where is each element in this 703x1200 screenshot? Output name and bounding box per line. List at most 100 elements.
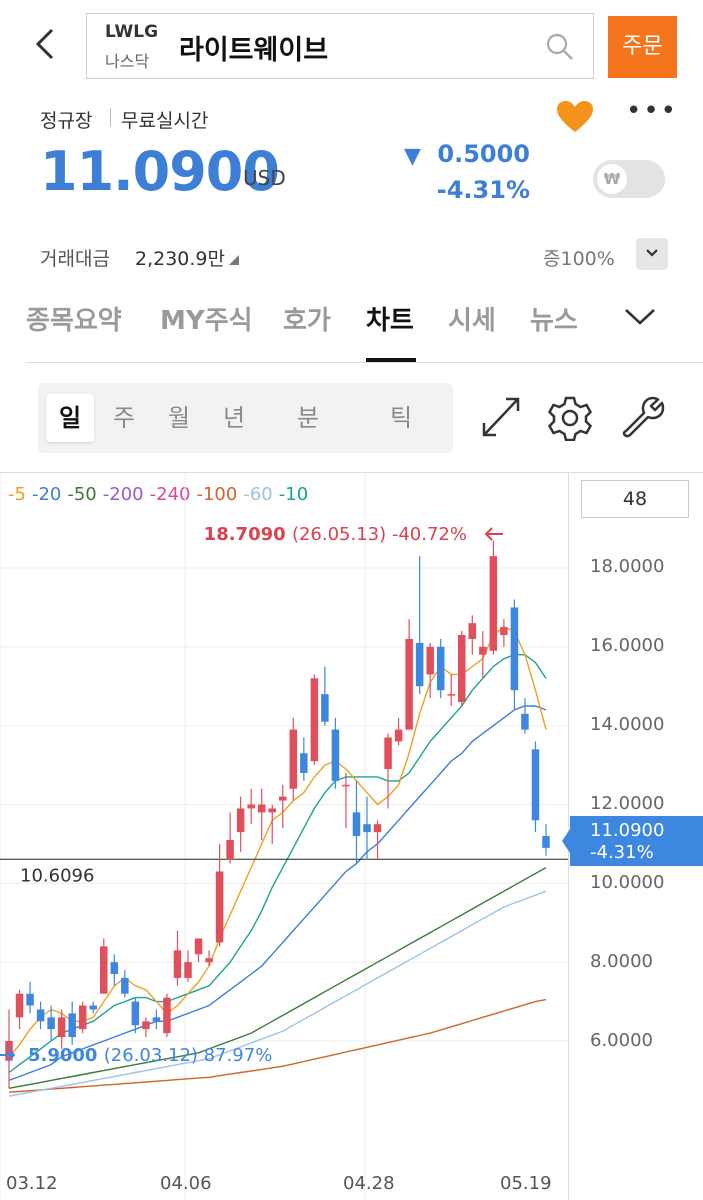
current-price-value: 11.0900 [590, 820, 665, 841]
current-price-pct: -4.31% [590, 842, 654, 863]
candle-body [405, 638, 413, 730]
candle-body [363, 824, 371, 833]
candle-body [426, 646, 434, 675]
candlestick-chart[interactable]: 10.6096 18.7090 (26.05.13) -40.72% 5.9000 … [0, 473, 568, 1200]
y-tick-label: 10.0000 [590, 872, 665, 893]
candle-body [57, 1017, 66, 1038]
tab-news[interactable]: 뉴스 [530, 300, 578, 337]
candle-body [236, 808, 245, 833]
candle-body [163, 997, 171, 1034]
candle-body [468, 623, 477, 639]
realtime-label: 무료실시간 [121, 110, 209, 132]
tab-chart[interactable]: 차트 [366, 300, 414, 337]
reference-line-label: 10.6096 [20, 865, 94, 886]
ticker-symbol: LWLG [105, 22, 159, 42]
order-button[interactable]: 주문 [608, 16, 677, 78]
candle-body [205, 958, 213, 963]
candle-body [510, 607, 519, 691]
candle-body [489, 556, 498, 651]
candle-body [226, 839, 234, 860]
candle-body [479, 646, 487, 655]
candle-body [321, 694, 329, 722]
candle-body [531, 749, 540, 821]
more-options-icon[interactable]: ••• [626, 96, 678, 126]
session-label: 정규장 [40, 110, 93, 132]
candle-body [142, 1021, 150, 1030]
candle-body [300, 753, 308, 773]
candle-body [394, 729, 403, 742]
y-tick-label: 8.0000 [590, 951, 653, 972]
volume-value: 2,230.9만 [135, 244, 240, 271]
tab-my-stock[interactable]: MY주식 [160, 300, 253, 337]
candle-body [352, 812, 361, 837]
candle-body [373, 824, 382, 833]
high-annotation: 18.7090 (26.05.13) -40.72% [204, 524, 467, 545]
market-label: 나스닥 [105, 52, 150, 71]
y-tick-label: 6.0000 [590, 1030, 653, 1051]
candle-body [279, 796, 287, 801]
candle-body [500, 627, 508, 636]
low-annotation: 5.9000 (26.03.12) 87.97% [28, 1045, 272, 1066]
candle-body [542, 836, 550, 848]
candle-body [194, 938, 203, 955]
candle-body [110, 962, 119, 974]
expand-info-button[interactable] [636, 238, 668, 270]
search-icon[interactable] [545, 32, 575, 66]
candle-body [131, 1001, 140, 1026]
period-week[interactable]: 주 [100, 394, 148, 442]
period-day[interactable]: 일 [46, 394, 94, 442]
candle-body [342, 784, 350, 787]
margin-label: 증100% [543, 248, 615, 270]
ma-20-line [8, 705, 547, 1082]
tab-quotes[interactable]: 시세 [448, 300, 496, 337]
y-tick-label: 16.0000 [590, 635, 665, 656]
candle-body [521, 713, 529, 730]
candle-body [447, 694, 455, 696]
candle-body [36, 1009, 45, 1022]
price-change-percent: -4.31% [436, 176, 530, 204]
tabs-more-chevron-icon[interactable] [622, 300, 658, 336]
tab-divider [26, 362, 703, 363]
candle-count-input[interactable]: 48 [581, 480, 689, 518]
period-tick[interactable]: 틱 [377, 394, 425, 442]
x-tick-label: 03.12 [6, 1173, 58, 1194]
wrench-icon[interactable] [620, 395, 666, 445]
candle-body [47, 1017, 55, 1030]
candle-body [257, 804, 266, 813]
currency-toggle[interactable]: ₩ [593, 160, 665, 198]
period-minute[interactable]: 분 [284, 394, 332, 442]
candle-body [68, 1013, 76, 1038]
tab-orderbook[interactable]: 호가 [283, 300, 331, 337]
tab-selected-indicator [366, 358, 416, 362]
candle-body [152, 1017, 161, 1022]
ma-10-line [8, 653, 547, 1074]
candle-body [268, 808, 276, 813]
won-icon: ₩ [597, 164, 627, 194]
price-change: 0.5000 [437, 140, 530, 168]
x-tick-label: 04.28 [343, 1173, 395, 1194]
current-price-marker: 11.0900 -4.31% [562, 816, 703, 866]
candle-body [384, 737, 392, 770]
favorite-heart-icon[interactable] [556, 100, 594, 138]
triangle-icon [229, 255, 240, 265]
y-tick-label: 18.0000 [590, 556, 665, 577]
chevron-down-icon [646, 249, 658, 257]
divider [110, 108, 111, 126]
stock-search-box[interactable]: LWLG 나스닥 라이트웨이브 [86, 13, 594, 79]
candle-body [26, 993, 34, 1006]
expand-icon[interactable] [480, 395, 522, 443]
candle-body [78, 1005, 87, 1030]
candle-body [436, 646, 445, 691]
back-button[interactable] [30, 24, 70, 68]
candle-body [184, 962, 192, 978]
candle-body [89, 1005, 97, 1010]
period-month[interactable]: 월 [155, 394, 203, 442]
settings-icon[interactable] [547, 395, 593, 445]
tab-summary[interactable]: 종목요약 [26, 300, 122, 337]
candle-body [173, 950, 182, 978]
candle-body [15, 993, 24, 1018]
period-year[interactable]: 년 [210, 394, 258, 442]
x-tick-label: 05.19 [500, 1173, 552, 1194]
currency-label: USD [243, 166, 286, 190]
y-tick-label: 14.0000 [590, 714, 665, 735]
